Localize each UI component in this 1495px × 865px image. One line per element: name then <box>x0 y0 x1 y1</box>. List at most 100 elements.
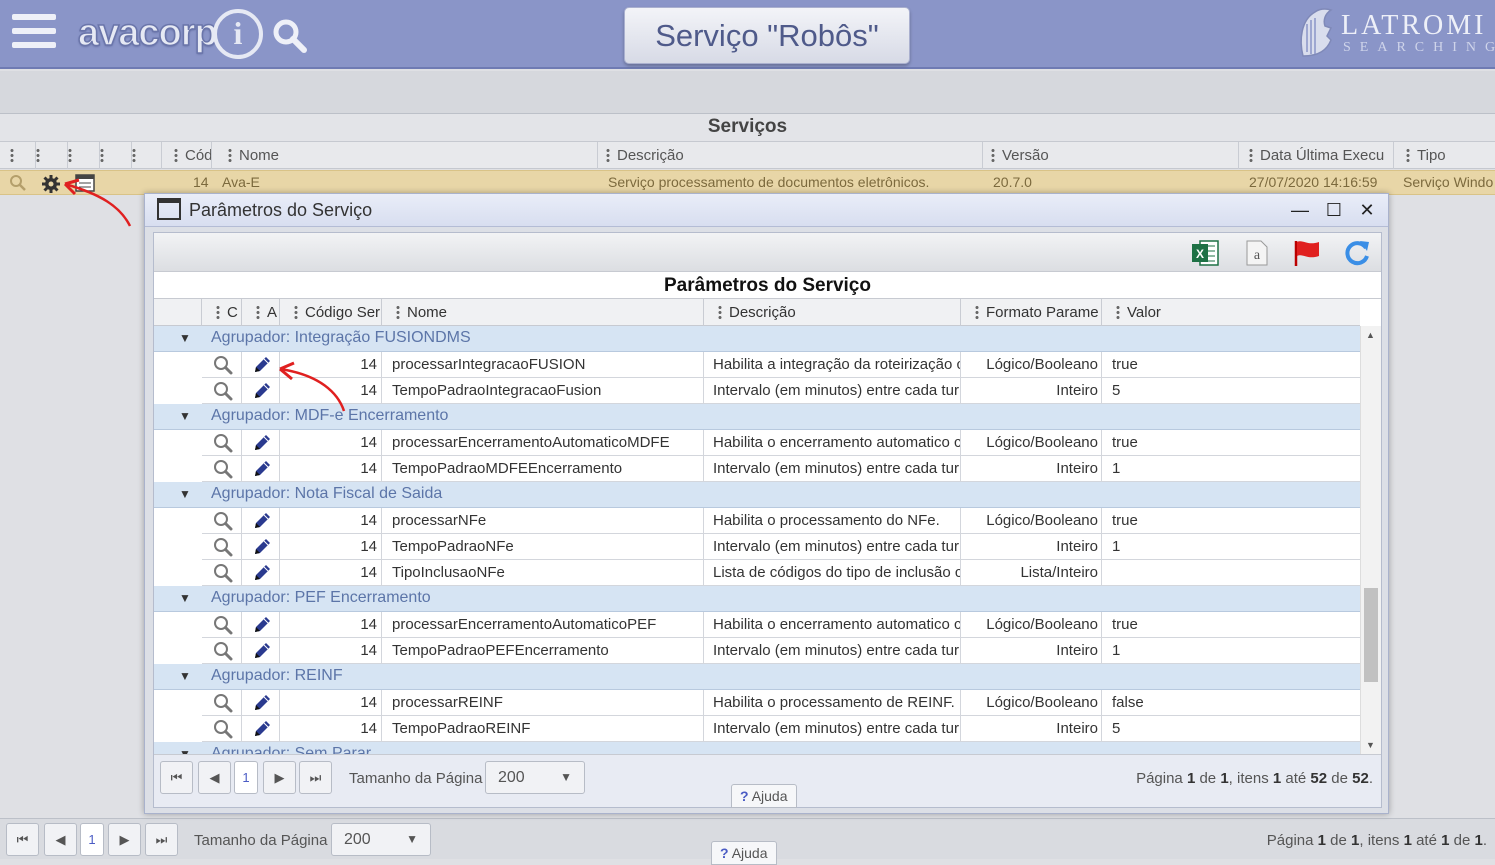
column-header-description[interactable]: Descrição <box>598 142 983 169</box>
table-row[interactable]: 14 processarNFe Habilita o processamento d… <box>202 508 1360 534</box>
edit-pencil-icon[interactable] <box>242 534 280 560</box>
collapse-icon[interactable]: ▼ <box>179 487 191 501</box>
column-header-code[interactable]: Cód <box>166 142 212 169</box>
column-header-last-run[interactable]: Data Última Execu <box>1239 142 1394 169</box>
close-icon[interactable]: ✕ <box>1356 199 1378 221</box>
last-page-button[interactable]: ⏭ <box>299 761 332 794</box>
group-row[interactable]: ▼ Agrupador: REINF <box>154 664 1360 690</box>
column-header-view[interactable]: C <box>202 299 242 326</box>
view-icon[interactable] <box>202 352 242 378</box>
collapse-icon[interactable]: ▼ <box>179 747 191 754</box>
view-icon[interactable] <box>202 534 242 560</box>
table-row[interactable]: 14 processarEncerramentoAutomaticoMDFE Hab… <box>202 430 1360 456</box>
current-page-button[interactable]: 1 <box>234 761 258 794</box>
dialog-titlebar[interactable]: Parâmetros do Serviço — ☐ ✕ <box>145 194 1388 227</box>
table-row[interactable]: 14 TipoInclusaoNFe Lista de códigos do tip… <box>202 560 1360 586</box>
table-row[interactable]: 14 TempoPadraoNFe Intervalo (em minutos) e… <box>202 534 1360 560</box>
collapse-icon[interactable]: ▼ <box>179 331 191 345</box>
edit-pencil-icon[interactable] <box>242 456 280 482</box>
text-export-icon[interactable]: a <box>1241 238 1271 268</box>
view-icon[interactable] <box>202 690 242 716</box>
collapse-icon[interactable]: ▼ <box>179 669 191 683</box>
edit-pencil-icon[interactable] <box>242 560 280 586</box>
table-row[interactable]: 14 processarIntegracaoFUSION Habilita a in… <box>202 352 1360 378</box>
edit-pencil-icon[interactable] <box>242 716 280 742</box>
next-page-button[interactable]: ▶ <box>108 823 141 856</box>
table-row[interactable]: 14 TempoPadraoPEFEncerramento Intervalo (e… <box>202 638 1360 664</box>
service-name: Ava-E <box>222 174 260 190</box>
next-page-button[interactable]: ▶ <box>263 761 296 794</box>
cell-value <box>1102 560 1360 586</box>
view-icon[interactable] <box>9 174 27 192</box>
column-header-type[interactable]: Tipo <box>1394 142 1495 169</box>
collapse-icon[interactable]: ▼ <box>179 591 191 605</box>
view-icon[interactable] <box>202 378 242 404</box>
help-button[interactable]: ? Ajuda <box>711 841 777 865</box>
page-size-label: Tamanho da Página <box>194 832 328 849</box>
prev-page-button[interactable]: ◀ <box>44 823 77 856</box>
scroll-down-icon[interactable]: ▼ <box>1366 740 1375 750</box>
minimize-icon[interactable]: — <box>1289 199 1311 221</box>
last-page-button[interactable]: ⏭ <box>145 823 178 856</box>
cell-value: 1 <box>1112 538 1121 555</box>
table-row[interactable]: 14 processarREINF Habilita o processamento… <box>202 690 1360 716</box>
view-icon[interactable] <box>202 430 242 456</box>
menu-icon[interactable] <box>12 14 56 52</box>
edit-pencil-icon[interactable] <box>242 508 280 534</box>
column-handle[interactable] <box>132 142 162 169</box>
view-icon[interactable] <box>202 508 242 534</box>
view-icon[interactable] <box>202 612 242 638</box>
view-icon[interactable] <box>202 560 242 586</box>
maximize-icon[interactable]: ☐ <box>1323 199 1345 221</box>
view-icon[interactable] <box>202 638 242 664</box>
column-header-edit[interactable]: A <box>242 299 280 326</box>
table-row[interactable]: 14 TempoPadraoREINF Intervalo (em minutos)… <box>202 716 1360 742</box>
vertical-scrollbar[interactable]: ▲ ▼ <box>1360 326 1381 754</box>
prev-page-button[interactable]: ◀ <box>198 761 231 794</box>
column-header-version[interactable]: Versão <box>983 142 1239 169</box>
refresh-icon[interactable] <box>1342 238 1372 268</box>
group-row[interactable]: ▼ Agrupador: Nota Fiscal de Saida <box>154 482 1360 508</box>
edit-pencil-icon[interactable] <box>242 690 280 716</box>
cell-format: Lógico/Booleano <box>961 430 1102 456</box>
table-row[interactable]: 14 TempoPadraoMDFEEncerramento Intervalo (… <box>202 456 1360 482</box>
column-header-name[interactable]: Nome <box>222 142 598 169</box>
cell-value: true <box>1112 434 1138 451</box>
page-size-select[interactable]: 200 ▼ <box>331 823 431 856</box>
column-header-value[interactable]: Valor <box>1102 299 1360 326</box>
avacorp-logo[interactable]: avacorp <box>77 11 218 55</box>
current-page-button[interactable]: 1 <box>80 823 104 856</box>
brand-name: LATROMI <box>1341 10 1487 41</box>
excel-export-icon[interactable]: X <box>1190 238 1220 268</box>
page-size-select[interactable]: 200 ▼ <box>485 761 585 794</box>
search-icon[interactable] <box>272 18 308 54</box>
column-handle[interactable] <box>100 142 132 169</box>
column-header-description[interactable]: Descrição <box>704 299 961 326</box>
view-icon[interactable] <box>202 716 242 742</box>
cell-description: Intervalo (em minutos) entre cada tur <box>704 456 961 482</box>
table-row[interactable]: 14 processarEncerramentoAutomaticoPEF Habi… <box>202 612 1360 638</box>
collapse-icon[interactable]: ▼ <box>179 409 191 423</box>
column-handle[interactable] <box>68 142 100 169</box>
first-page-button[interactable]: ⏮ <box>6 823 39 856</box>
column-handle[interactable] <box>10 142 36 169</box>
group-row[interactable]: ▼ Agrupador: Sem Parar <box>154 742 1360 754</box>
edit-pencil-icon[interactable] <box>242 430 280 456</box>
column-header-format[interactable]: Formato Parame <box>961 299 1102 326</box>
column-header-name[interactable]: Nome <box>382 299 704 326</box>
table-row[interactable]: 14 TempoPadraoIntegracaoFusion Intervalo (… <box>202 378 1360 404</box>
flag-icon[interactable] <box>1291 238 1321 268</box>
service-title-button[interactable]: Serviço "Robôs" <box>624 7 910 64</box>
scroll-thumb[interactable] <box>1364 588 1378 682</box>
edit-pencil-icon[interactable] <box>242 612 280 638</box>
view-icon[interactable] <box>202 456 242 482</box>
service-row[interactable]: 14 Ava-E Serviço processamento de docume… <box>0 170 1495 195</box>
column-header-code[interactable]: Código Ser <box>280 299 382 326</box>
edit-pencil-icon[interactable] <box>242 638 280 664</box>
cell-value: 1 <box>1112 642 1121 659</box>
scroll-up-icon[interactable]: ▲ <box>1366 330 1375 340</box>
column-handle[interactable] <box>36 142 68 169</box>
help-button[interactable]: ? Ajuda <box>731 784 797 808</box>
group-row[interactable]: ▼ Agrupador: PEF Encerramento <box>154 586 1360 612</box>
first-page-button[interactable]: ⏮ <box>160 761 193 794</box>
